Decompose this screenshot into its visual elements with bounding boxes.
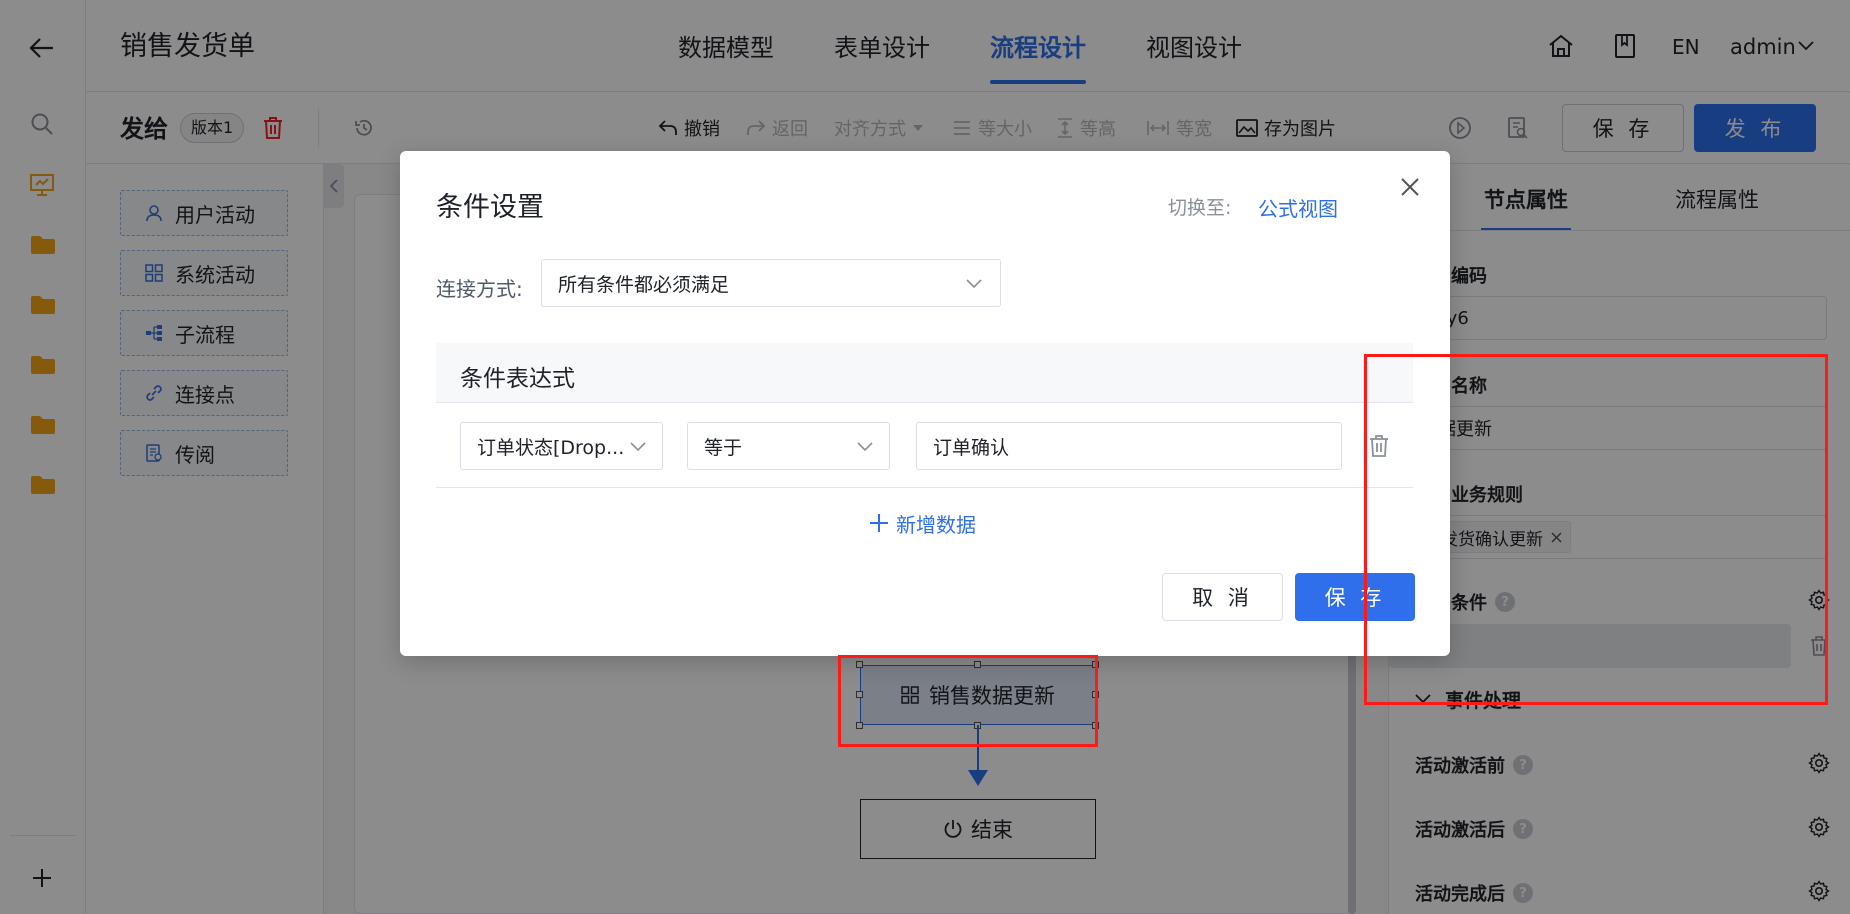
switch-label: 切换至:	[1168, 197, 1232, 219]
highlight-marker-properties	[1364, 354, 1828, 705]
row-divider	[436, 487, 1413, 488]
condition-settings-dialog: 条件设置 切换至: 公式视图 连接方式: 所有条件都必须满足 条件表达式 订单状…	[400, 151, 1450, 656]
formula-view-link[interactable]: 公式视图	[1258, 193, 1338, 222]
close-icon[interactable]	[1396, 173, 1424, 201]
expression-section-header: 条件表达式	[436, 343, 1413, 403]
expression-section-title: 条件表达式	[460, 366, 575, 392]
add-data-button[interactable]: 新增数据	[868, 503, 976, 543]
condition-field-select[interactable]: 订单状态[Drop...	[460, 422, 663, 470]
plus-icon	[868, 512, 890, 534]
chevron-down-icon	[630, 439, 646, 455]
dialog-title: 条件设置	[436, 192, 544, 223]
chevron-down-icon	[857, 439, 873, 455]
chevron-down-icon	[966, 276, 982, 292]
connect-mode-select[interactable]: 所有条件都必须满足	[541, 259, 1001, 307]
connect-mode-label: 连接方式:	[436, 277, 523, 301]
cancel-button[interactable]: 取 消	[1162, 573, 1283, 621]
condition-value-input[interactable]: 订单确认	[916, 422, 1342, 470]
highlight-marker-node	[838, 655, 1098, 747]
condition-operator-select[interactable]: 等于	[687, 422, 890, 470]
